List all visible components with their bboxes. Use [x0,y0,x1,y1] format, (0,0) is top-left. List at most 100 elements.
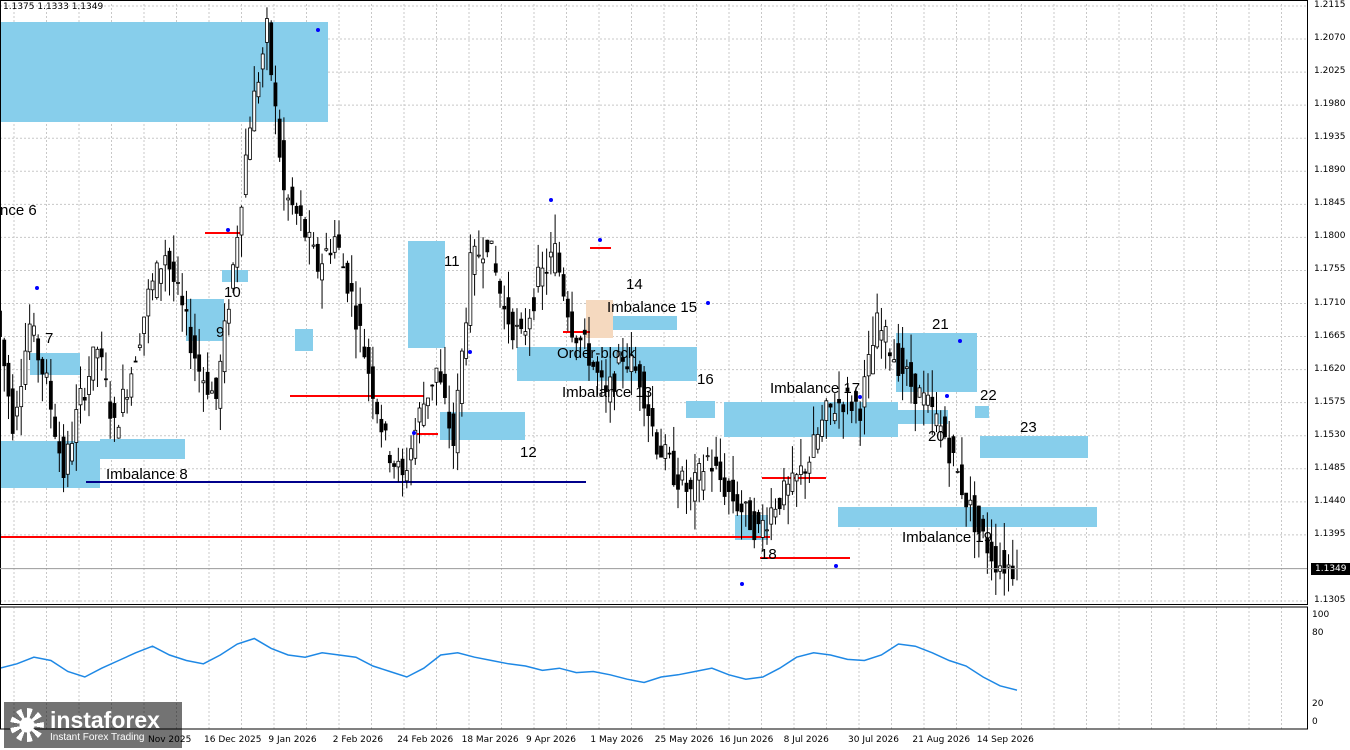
candle-body [896,343,901,376]
imbalance-zone [100,439,185,459]
candle-body [693,472,697,502]
candle-body [828,403,833,408]
candle-body [459,350,464,404]
candle-body [972,495,977,533]
candle-body [926,394,930,406]
label-imbalance-17: Imbalance 17 [770,380,861,397]
candle-body [769,507,774,525]
candle-body [409,448,413,461]
candle-body [239,206,244,236]
candle-body [354,305,358,330]
candle-body [578,337,583,341]
candle-body [392,463,396,467]
fractal-arrow [958,339,962,343]
imbalance-zone [686,401,715,418]
candle-body [260,53,265,70]
candle-body [273,82,278,107]
candle-body [375,401,380,415]
candle-body [243,154,248,196]
candle-body [430,384,435,387]
instaforex-logo: instaforex Instant Forex Trading [4,702,182,748]
price-tick: 1.2025 [1314,66,1346,77]
candle-body [19,386,24,408]
label-imbalance-8: Imbalance 8 [106,466,188,483]
candle-body [23,350,28,385]
imbalance-zone [0,441,100,488]
candle-body [731,479,735,502]
candle-body [345,262,350,294]
candle-body [667,452,672,455]
price-chart[interactable] [0,0,1350,750]
candle-body [226,308,231,324]
candle-body [366,347,371,374]
candle-body [421,403,426,426]
candle-body [565,298,570,318]
candle-body [659,445,663,458]
candle-body [951,436,956,453]
price-tick: 1.1800 [1314,231,1346,242]
candle-body [960,464,964,496]
candle-body [650,408,655,427]
logo-tagline: Instant Forex Trading [50,731,145,743]
candle-body [167,250,172,270]
candle-body [108,401,113,419]
candle-body [434,367,439,383]
candle-body [548,251,553,258]
fractal-arrow [945,394,949,398]
candle-body [527,317,532,330]
fractal-arrow [468,350,472,354]
candle-body [180,295,185,306]
fractal-arrow [706,301,710,305]
price-tick: 1.1710 [1314,297,1346,308]
candle-body [142,316,146,334]
candle-body [82,396,87,401]
candle-body [163,255,168,266]
candle-body [57,441,62,454]
candle-body [10,388,15,434]
candle-body [532,297,536,312]
candle-body [671,450,676,486]
label-20: 20 [928,428,945,445]
label-imbalance-19: Imbalance 19 [902,529,993,546]
candle-body [883,326,888,343]
time-tick: 16 Dec 2025 [204,735,262,745]
candle-body [934,413,939,427]
candle-body [387,454,392,464]
candle-body [743,501,748,504]
candle-body [536,266,541,287]
candle-body [803,471,808,474]
candle-body [875,312,880,348]
candle-body [358,303,363,326]
indicator-plot-border [0,606,1308,730]
candle-body [968,499,973,506]
candle-body [807,461,812,474]
candle-body [964,492,969,508]
candle-body [1006,564,1011,568]
instaforex-logo-icon [10,708,44,742]
candle-body [489,240,494,244]
candle-body [150,280,155,291]
imbalance-zone [222,270,248,282]
fractal-arrow [35,286,39,290]
candle-body [676,474,680,490]
label-11: 11 [444,253,460,270]
candle-body [171,261,176,282]
candle-body [188,326,193,354]
candle-body [540,267,545,287]
candle-body [311,244,316,247]
candle-body [930,396,935,408]
price-tick: 1.1935 [1314,132,1346,143]
candle-body [1002,550,1007,574]
candle-body [53,416,57,437]
candle-body [506,297,511,325]
candle-body [400,458,405,476]
candle-body [811,434,816,458]
ohlc-header: 1.1375 1.1333 1.1349 [3,2,104,12]
candle-body [447,411,452,429]
candle-body [443,373,447,398]
candle-body [837,398,841,404]
candle-body [197,354,202,372]
time-tick: 25 May 2026 [654,735,714,745]
candle-body [900,347,905,374]
candle-body [70,443,74,462]
